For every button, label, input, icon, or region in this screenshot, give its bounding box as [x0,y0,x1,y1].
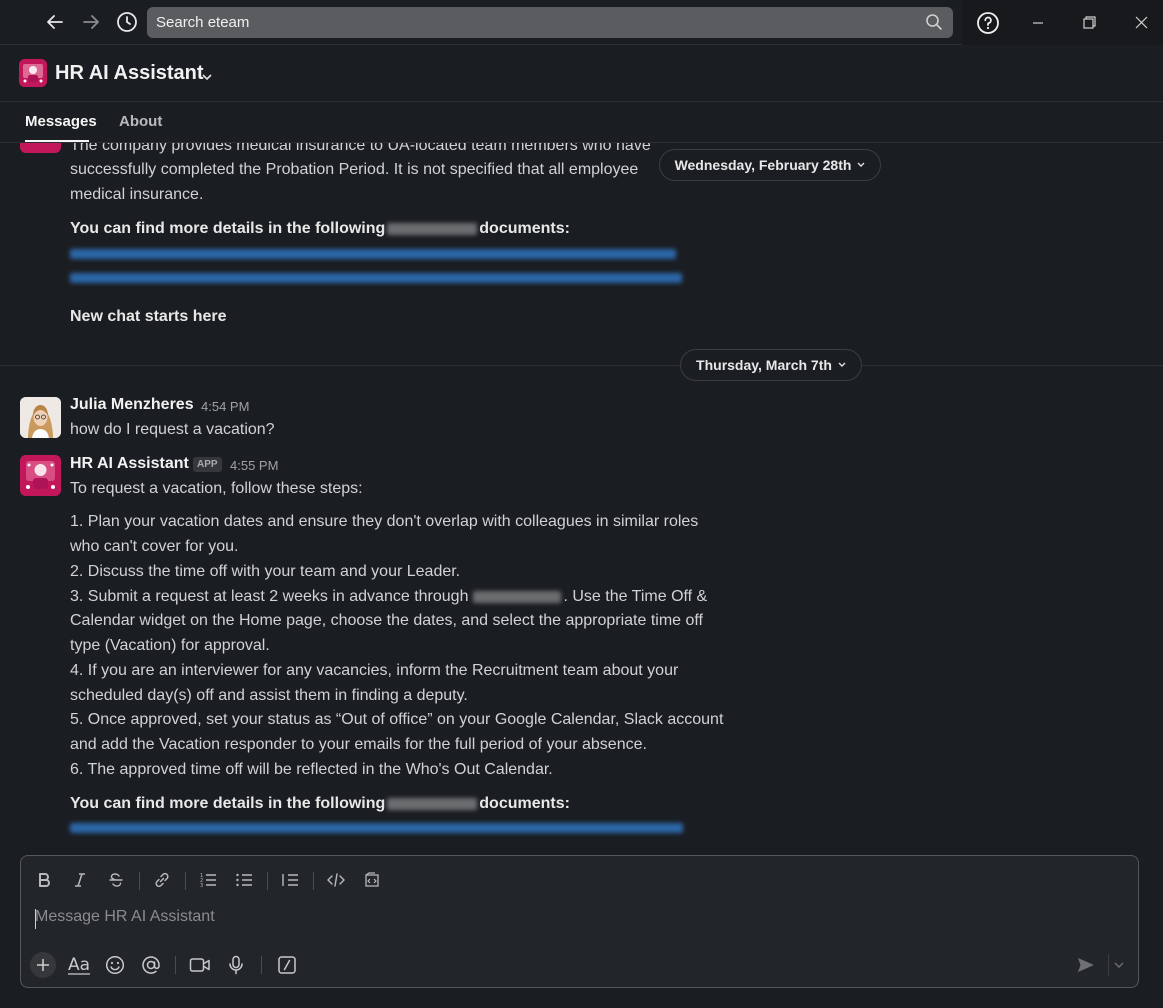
back-arrow-icon[interactable] [42,10,68,34]
app-logo-icon [19,59,47,87]
slash-command-icon[interactable] [273,952,301,978]
channel-header: HR AI Assistant [0,46,1163,102]
send-icon[interactable] [1072,952,1100,978]
details-suffix: documents: [479,220,570,237]
message-text: 1. Plan your vacation dates and ensure t… [70,513,699,530]
message-text-part: 3. Submit a request at least 2 weeks in … [70,588,469,605]
avatar[interactable] [20,397,61,438]
details-heading: You can find more details in the followi… [70,220,570,238]
redacted-link[interactable] [70,273,682,283]
message-text: medical insurance. [70,186,204,203]
message-text: 2. Discuss the time off with your team a… [70,563,461,580]
message-text: 4. If you are an interviewer for any vac… [70,662,679,679]
message-text: who can't cover for you. [70,538,239,555]
avatar[interactable] [20,455,61,496]
blockquote-icon[interactable] [277,868,303,892]
message-text: 5. Once approved, set your status as “Ou… [70,711,724,728]
message-composer[interactable]: 123 Message HR AI Assistant Aa [20,855,1139,988]
message-text: type (Vacation) for approval. [70,637,270,654]
toolbar-divider [261,956,262,974]
toolbar-divider [267,872,268,890]
emoji-icon[interactable] [101,952,129,978]
message-input[interactable]: Message HR AI Assistant [35,908,215,926]
channel-tabs: Messages About [0,102,1163,143]
forward-arrow-icon[interactable] [78,10,104,34]
avatar [20,143,61,153]
message-list[interactable]: The company provides medical insurance t… [0,143,1163,853]
svg-text:Aa: Aa [68,955,90,975]
minimize-icon[interactable] [1012,0,1064,45]
help-icon[interactable] [962,0,1014,45]
date-divider-line [0,365,1163,366]
redacted-link[interactable] [70,823,683,833]
restore-icon[interactable] [1063,0,1115,45]
tab-about[interactable]: About [119,113,162,130]
italic-icon[interactable] [67,868,93,892]
toolbar-divider [175,956,176,974]
send-options-chevron-icon[interactable] [1108,954,1128,976]
date-label: Wednesday, February 28th [674,157,852,173]
message-text: 3. Submit a request at least 2 weeks in … [70,588,707,606]
toolbar-divider [313,872,314,890]
ordered-list-icon[interactable]: 123 [195,868,221,892]
chevron-down-icon[interactable] [202,68,212,86]
top-bar: Search eteam [0,0,1163,45]
redacted-text [473,590,562,603]
bold-icon[interactable] [31,868,57,892]
date-divider-pill[interactable]: Wednesday, February 28th [659,149,881,181]
sender-name[interactable]: Julia Menzheres [70,396,194,414]
redacted-text [387,222,478,235]
message-text: The company provides medical insurance t… [70,143,651,154]
details-suffix: documents: [479,795,570,812]
code-icon[interactable] [323,868,349,892]
code-block-icon[interactable] [359,868,385,892]
message-text: Calendar widget on the Home page, choose… [70,612,703,629]
details-prefix: You can find more details in the followi… [70,220,386,237]
message-text: and add the Vacation responder to your e… [70,736,647,753]
plus-icon[interactable] [30,952,56,978]
toolbar-divider [139,872,140,890]
search-placeholder: Search eteam [156,14,250,31]
redacted-text [387,797,478,810]
history-icon[interactable] [114,10,140,34]
message-text-part: . Use the Time Off & [563,588,708,605]
details-prefix: You can find more details in the followi… [70,795,386,812]
bullet-list-icon[interactable] [231,868,257,892]
message-timestamp[interactable]: 4:55 PM [230,458,278,473]
app-badge: APP [193,457,222,472]
toolbar-divider [185,872,186,890]
formatting-icon[interactable]: Aa [65,952,93,978]
message-text: successfully completed the Probation Per… [70,161,639,178]
message-text: scheduled day(s) off and assist them in … [70,687,468,704]
tab-messages[interactable]: Messages [25,113,97,130]
message-text: To request a vacation, follow these step… [70,480,363,497]
chevron-down-icon [857,162,865,167]
strikethrough-icon[interactable] [103,868,129,892]
message-timestamp[interactable]: 4:54 PM [201,399,249,414]
redacted-link[interactable] [70,249,676,259]
link-icon[interactable] [149,868,175,892]
chevron-down-icon [838,362,846,367]
channel-title[interactable]: HR AI Assistant [55,62,204,85]
sender-name[interactable]: HR AI Assistant [70,455,189,473]
svg-text:3: 3 [200,883,203,888]
active-tab-indicator [25,140,89,142]
details-heading: You can find more details in the followi… [70,795,570,813]
close-icon[interactable] [1115,0,1163,45]
video-icon[interactable] [186,952,214,978]
search-bar[interactable]: Search eteam [147,7,953,38]
search-icon[interactable] [925,13,943,36]
date-label: Thursday, March 7th [696,357,832,373]
microphone-icon[interactable] [222,952,250,978]
mention-icon[interactable] [137,952,165,978]
new-chat-marker: New chat starts here [70,308,227,325]
message-text: 6. The approved time off will be reflect… [70,761,553,778]
date-divider-pill[interactable]: Thursday, March 7th [680,349,862,381]
message-text: how do I request a vacation? [70,421,275,438]
